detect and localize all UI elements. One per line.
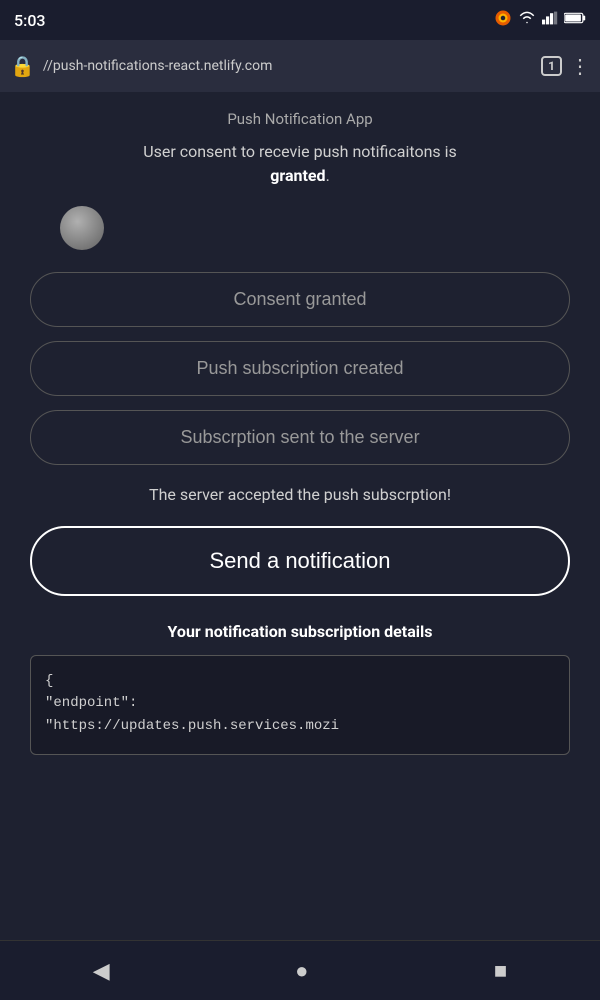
status-bar: 5:03 [0,0,600,40]
browser-bar: 🔒 //push-notifications-react.netlify.com… [0,40,600,92]
firefox-icon [494,9,512,31]
signal-icon [542,11,558,29]
tab-badge[interactable]: 1 [541,56,562,76]
send-notification-btn[interactable]: Send a notification [30,526,570,596]
push-subscription-btn: Push subscription created [30,341,570,396]
url-text[interactable]: //push-notifications-react.netlify.com [43,58,533,74]
lock-icon: 🔒 [10,54,35,78]
server-accepted-text: The server accepted the push subscrption… [149,485,451,504]
back-button[interactable]: ◀ [73,948,130,994]
nav-bar: ◀ ● ■ [0,940,600,1000]
subscription-sent-btn: Subscrption sent to the server [30,410,570,465]
status-icons [494,9,586,31]
consent-granted-btn: Consent granted [30,272,570,327]
main-content: Push Notification App User consent to re… [0,92,600,940]
loading-circle [60,206,104,250]
battery-icon [564,12,586,28]
consent-text: User consent to recevie push notificaito… [143,140,457,188]
home-button[interactable]: ● [275,948,328,994]
browser-menu-icon[interactable]: ⋮ [570,54,590,78]
page-title-hint: Push Notification App [30,110,570,128]
recent-button[interactable]: ■ [474,948,527,994]
subscription-details-title: Your notification subscription details [168,622,433,641]
json-subscription-box: { "endpoint": "https://updates.push.serv… [30,655,570,755]
status-time: 5:03 [14,11,46,30]
wifi-icon [518,11,536,29]
